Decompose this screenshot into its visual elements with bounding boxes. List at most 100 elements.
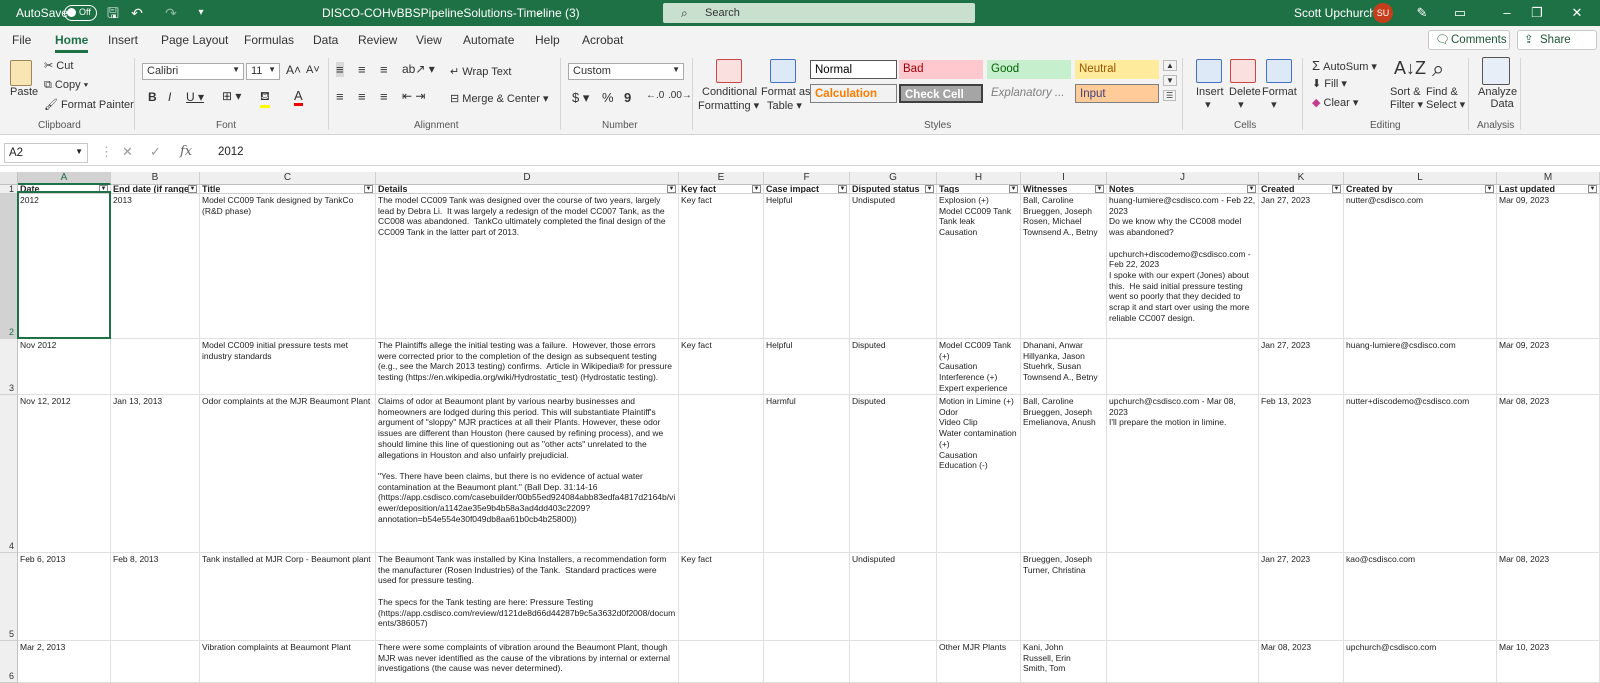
cell-i3[interactable]: Dhanani, Anwar Hillyanka, Jason Stuehrk,… (1021, 339, 1107, 395)
cell-e2[interactable]: Key fact (679, 194, 764, 339)
cell-f6[interactable] (764, 641, 850, 683)
cell-i4[interactable]: Ball, Caroline Brueggen, Joseph Emeliano… (1021, 395, 1107, 553)
row-header-3[interactable]: 3 (0, 339, 18, 395)
cancel-icon[interactable]: ✕ (122, 144, 133, 160)
tab-page-layout[interactable]: Page Layout (161, 33, 228, 47)
cell-k3[interactable]: Jan 27, 2023 (1259, 339, 1344, 395)
paste-icon[interactable] (10, 60, 32, 86)
header-cell-j[interactable]: Notes ▼ (1107, 185, 1259, 194)
header-cell-h[interactable]: Tags ▼ (937, 185, 1021, 194)
font-color-icon[interactable]: A (294, 88, 303, 106)
number-format-dropdown[interactable]: Custom ▼ (568, 63, 684, 80)
align-right-icon[interactable]: ≡ (380, 89, 388, 104)
cell-b6[interactable] (111, 641, 200, 683)
share-button[interactable]: ⇪ Share (1517, 30, 1597, 50)
cell-h5[interactable] (937, 553, 1021, 641)
underline-icon[interactable]: U ▾ (186, 90, 204, 104)
italic-icon[interactable]: I (168, 90, 171, 104)
undo-icon[interactable]: ↶ (128, 4, 146, 22)
cell-g2[interactable]: Undisputed (850, 194, 937, 339)
cell-m2[interactable]: Mar 09, 2023 (1497, 194, 1600, 339)
cell-i6[interactable]: Kani, John Russell, Erin Smith, Tom (1021, 641, 1107, 683)
avatar[interactable]: SU (1373, 3, 1393, 23)
filter-dropdown-icon[interactable]: ▼ (364, 185, 373, 193)
cell-k4[interactable]: Feb 13, 2023 (1259, 395, 1344, 553)
magnifier-icon[interactable]: ⌕ (1432, 56, 1444, 82)
cell-j6[interactable] (1107, 641, 1259, 683)
tab-home[interactable]: Home (55, 33, 89, 53)
row-header-6[interactable]: 6 (0, 641, 18, 683)
cell-j3[interactable] (1107, 339, 1259, 395)
header-cell-i[interactable]: Witnesses ▼ (1021, 185, 1107, 194)
row-header-5[interactable]: 5 (0, 553, 18, 641)
wrap-text-button[interactable]: ↵ Wrap Text (450, 65, 511, 78)
filter-dropdown-icon[interactable]: ▼ (752, 185, 761, 193)
tab-file[interactable]: File (12, 33, 31, 47)
cell-b3[interactable] (111, 339, 200, 395)
cell-h2[interactable]: Explosion (+) Model CC009 Tank Tank leak… (937, 194, 1021, 339)
cut-button[interactable]: ✂ Cut (44, 59, 73, 72)
filter-dropdown-icon[interactable]: ▼ (925, 185, 934, 193)
indent-icon[interactable]: ⇤ ⇥ (402, 89, 425, 103)
delete-cells-icon[interactable] (1230, 59, 1256, 83)
sort-filter-button[interactable]: Sort & Filter ▾ (1390, 86, 1423, 111)
cell-j4[interactable]: upchurch@csdisco.com - Mar 08, 2023 I'll… (1107, 395, 1259, 553)
styles-more-icon[interactable]: ☰ (1163, 90, 1177, 101)
formula-input[interactable]: 2012 (218, 146, 244, 158)
header-cell-c[interactable]: Title ▼ (200, 185, 376, 194)
header-cell-d[interactable]: Details ▼ (376, 185, 679, 194)
cell-l4[interactable]: nutter+discodemo@csdisco.com (1344, 395, 1497, 553)
format-as-table-label[interactable]: Table ▾ (767, 99, 802, 112)
header-cell-e[interactable]: Key fact ▼ (679, 185, 764, 194)
font-name-dropdown[interactable]: Calibri ▼ (142, 63, 244, 80)
cell-j2[interactable]: huang-lumiere@csdisco.com - Feb 22, 2023… (1107, 194, 1259, 339)
chevron-down-icon[interactable]: ⌄ (530, 4, 548, 22)
cell-c4[interactable]: Odor complaints at the MJR Beaumont Plan… (200, 395, 376, 553)
close-icon[interactable]: ✕ (1567, 3, 1587, 23)
row-header-1[interactable]: 1 (0, 184, 18, 194)
cell-a4[interactable]: Nov 12, 2012 (18, 395, 111, 553)
column-header-a[interactable]: A (18, 172, 111, 185)
increase-font-icon[interactable]: A˄ (286, 63, 301, 77)
currency-icon[interactable]: $ ▾ (572, 90, 589, 106)
row-header-4[interactable]: 4 (0, 395, 18, 553)
cell-f4[interactable]: Harmful (764, 395, 850, 553)
delete-cells-button[interactable]: Delete ▾ (1229, 86, 1261, 111)
find-select-button[interactable]: Find & Select ▾ (1426, 86, 1465, 111)
column-header-e[interactable]: E (679, 172, 764, 185)
cell-b4[interactable]: Jan 13, 2013 (111, 395, 200, 553)
cell-b5[interactable]: Feb 8, 2013 (111, 553, 200, 641)
filter-dropdown-icon[interactable]: ▼ (1009, 185, 1018, 193)
cell-m4[interactable]: Mar 08, 2023 (1497, 395, 1600, 553)
insert-cells-icon[interactable] (1196, 59, 1222, 83)
more-icon[interactable]: ⋮ (100, 144, 113, 160)
tab-automate[interactable]: Automate (463, 33, 514, 47)
fill-button[interactable]: ⬇ Fill ▾ (1312, 77, 1347, 90)
cell-a5[interactable]: Feb 6, 2013 (18, 553, 111, 641)
ribbon-display-icon[interactable]: ▭ (1450, 3, 1470, 23)
conditional-formatting-label[interactable]: Formatting ▾ (698, 99, 759, 112)
comma-icon[interactable]: 9 (624, 90, 631, 105)
enter-icon[interactable]: ✓ (150, 144, 161, 160)
minimize-icon[interactable]: – (1497, 3, 1517, 23)
tab-review[interactable]: Review (358, 33, 397, 47)
cell-g4[interactable]: Disputed (850, 395, 937, 553)
orientation-icon[interactable]: ab↗ ▾ (402, 62, 435, 76)
cell-m3[interactable]: Mar 09, 2023 (1497, 339, 1600, 395)
cell-c5[interactable]: Tank installed at MJR Corp - Beaumont pl… (200, 553, 376, 641)
clear-button[interactable]: ◆ Clear ▾ (1312, 96, 1358, 109)
style-explanatory[interactable]: Explanatory ... (987, 84, 1071, 103)
cell-l6[interactable]: upchurch@csdisco.com (1344, 641, 1497, 683)
cell-l2[interactable]: nutter@csdisco.com (1344, 194, 1497, 339)
cell-e4[interactable] (679, 395, 764, 553)
align-center-icon[interactable]: ≡ (358, 89, 366, 104)
styles-scroll-down-icon[interactable]: ▼ (1163, 75, 1177, 86)
column-header-c[interactable]: C (200, 172, 376, 185)
style-bad[interactable]: Bad (899, 60, 983, 79)
format-cells-icon[interactable] (1266, 59, 1292, 83)
cell-g6[interactable] (850, 641, 937, 683)
cell-d5[interactable]: The Beaumont Tank was installed by Kina … (376, 553, 679, 641)
column-header-f[interactable]: F (764, 172, 850, 185)
sort-icon[interactable]: A↓Z (1394, 58, 1426, 79)
filter-dropdown-icon[interactable]: ▼ (1332, 185, 1341, 193)
